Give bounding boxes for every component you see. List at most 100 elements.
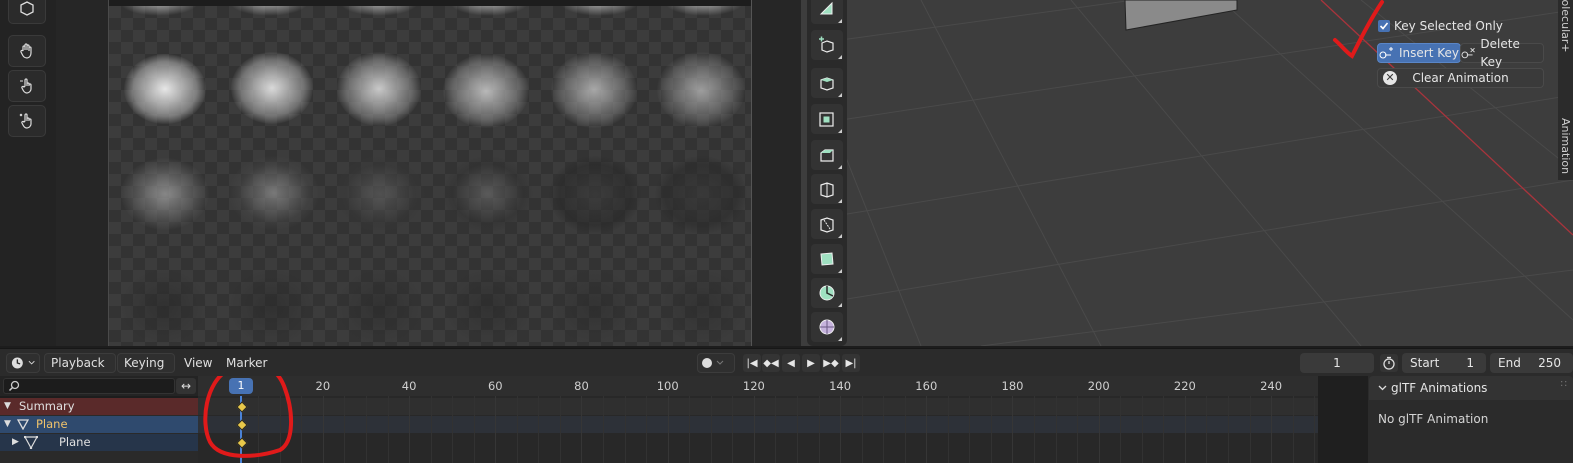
view-menu[interactable]: View [184, 355, 212, 371]
frame-gridline [1271, 396, 1273, 463]
add-cube-tool-icon[interactable] [811, 30, 843, 60]
frame-ruler[interactable]: 1 20 40 60 80 100 120 140 160 180 200 220 240 [198, 376, 1318, 396]
pinch-hand-icon[interactable] [8, 105, 46, 137]
frame-gridline [926, 396, 928, 463]
mesh-object-icon [17, 419, 29, 430]
marker-menu[interactable]: Marker [226, 355, 267, 371]
ruler-tick-140: 140 [829, 379, 852, 393]
end-frame-field[interactable]: End 250 [1490, 353, 1573, 373]
ruler-tick-240: 240 [1260, 379, 1283, 393]
play-reverse-icon[interactable]: ◀ [782, 354, 800, 372]
key-selected-only-label: Key Selected Only [1394, 19, 1503, 33]
editor-type-dropdown[interactable] [6, 353, 40, 373]
extrude-tool-icon[interactable] [811, 68, 843, 98]
smoke-sprite-sheet-image[interactable] [109, 6, 751, 346]
drag-handle-icon[interactable]: ∷ [1561, 379, 1567, 390]
spin-tool-icon[interactable] [811, 278, 843, 308]
annotation-checkmark [1333, 0, 1384, 59]
frame-gridline [1055, 396, 1057, 463]
ruler-tick-60: 60 [487, 379, 503, 393]
keying-label: Keying [124, 356, 165, 370]
stopwatch-icon[interactable] [1380, 354, 1398, 372]
frame-gridline [409, 396, 411, 463]
frame-gridline [1120, 396, 1122, 463]
frame-gridline [753, 396, 755, 463]
current-frame-field[interactable]: 1 [1300, 353, 1374, 373]
gltf-empty-message: No glTF Animation [1378, 412, 1489, 426]
channel-row-mesh[interactable]: ▶ Plane [0, 434, 198, 451]
frame-gridline [1314, 396, 1316, 463]
ruler-tick-160: 160 [915, 379, 938, 393]
frame-gridline [603, 396, 605, 463]
tab-animation[interactable]: Animation [1559, 118, 1572, 188]
point-hand-icon[interactable] [8, 70, 46, 102]
jump-start-icon[interactable]: |◀ [743, 354, 761, 372]
frame-gridline [969, 396, 971, 463]
frame-gridline [1098, 396, 1100, 463]
ruler-tick-200: 200 [1087, 379, 1110, 393]
swap-arrows-icon[interactable]: ↔ [176, 378, 196, 394]
start-frame-field[interactable]: Start 1 [1402, 353, 1486, 373]
start-label: Start [1410, 356, 1440, 370]
frame-gridline [990, 396, 992, 463]
frame-gridline [818, 396, 820, 463]
frame-gridline [1012, 396, 1014, 463]
play-icon[interactable]: ▶ [802, 354, 820, 372]
search-input[interactable] [3, 378, 175, 394]
ruler-tick-80: 80 [574, 379, 589, 393]
clear-x-icon: ✕ [1383, 71, 1397, 85]
dopesheet-area[interactable]: 1 20 40 60 80 100 120 140 160 180 200 220 240 [198, 376, 1318, 463]
frame-gridline [883, 396, 885, 463]
clear-animation-button[interactable]: ✕ Clear Animation [1377, 68, 1544, 88]
grab-hand-icon[interactable] [8, 35, 46, 67]
expand-right-icon[interactable]: ▶ [12, 434, 19, 451]
measure-tool-icon[interactable] [811, 0, 843, 24]
channel-row-summary[interactable]: ▼ Summary [0, 398, 198, 415]
loop-cut-tool-icon[interactable] [811, 174, 843, 204]
frame-gridline [947, 396, 949, 463]
frame-gridline [1206, 396, 1208, 463]
search-icon [8, 380, 20, 392]
frame-gridline [452, 396, 454, 463]
delete-keyframe-icon [1461, 47, 1475, 59]
frame-gridline [732, 396, 734, 463]
playback-menu[interactable]: Playback [44, 353, 116, 373]
delete-key-button[interactable]: Delete Key [1460, 37, 1544, 69]
gltf-panel-header[interactable]: glTF Animations ∷ [1369, 376, 1573, 400]
frame-gridline [667, 396, 669, 463]
bevel-tool-icon[interactable] [811, 140, 843, 170]
image-editor-sidebar [751, 0, 802, 346]
keying-menu[interactable]: Keying [117, 353, 175, 373]
expand-down-icon[interactable]: ▼ [4, 398, 11, 415]
channel-row-object[interactable]: ▼ Plane [0, 416, 198, 433]
jump-end-icon[interactable]: ▶| [842, 354, 860, 372]
ruler-tick-120: 120 [742, 379, 765, 393]
ruler-tick-220: 220 [1173, 379, 1196, 393]
image-editor-toolbar [0, 0, 56, 346]
annotation-circle [203, 376, 294, 458]
animation-panel: Key Selected Only Insert Key Delete Key … [1374, 14, 1544, 92]
clock-icon [11, 357, 23, 369]
jump-keyframe-forward-icon[interactable]: ▶◆ [822, 354, 840, 372]
frame-gridline [322, 396, 324, 463]
cube-tool-icon[interactable] [8, 0, 46, 24]
knife-tool-icon[interactable] [811, 209, 843, 239]
frame-gridline [430, 396, 432, 463]
frame-gridline [624, 396, 626, 463]
frame-gridline [796, 396, 798, 463]
smooth-tool-icon[interactable] [811, 312, 843, 342]
clear-animation-label: Clear Animation [1412, 71, 1509, 85]
viewport-toolbar [807, 0, 847, 346]
ruler-tick-40: 40 [401, 379, 417, 393]
poly-build-tool-icon[interactable] [811, 244, 843, 274]
frame-gridline [495, 396, 497, 463]
auto-keying-toggle[interactable] [697, 353, 735, 373]
inset-faces-tool-icon[interactable] [811, 104, 843, 134]
frame-gridline [1184, 396, 1186, 463]
chevron-down-icon [1378, 385, 1387, 391]
frame-gridline [473, 396, 475, 463]
timeline-header: Playback Keying View Marker |◀ ◆◀ ◀ ▶ ▶◆… [0, 348, 1573, 377]
jump-keyframe-back-icon[interactable]: ◆◀ [762, 354, 780, 372]
tab-molecular[interactable]: Molecular+ [1559, 0, 1572, 90]
expand-down-icon[interactable]: ▼ [4, 416, 11, 433]
